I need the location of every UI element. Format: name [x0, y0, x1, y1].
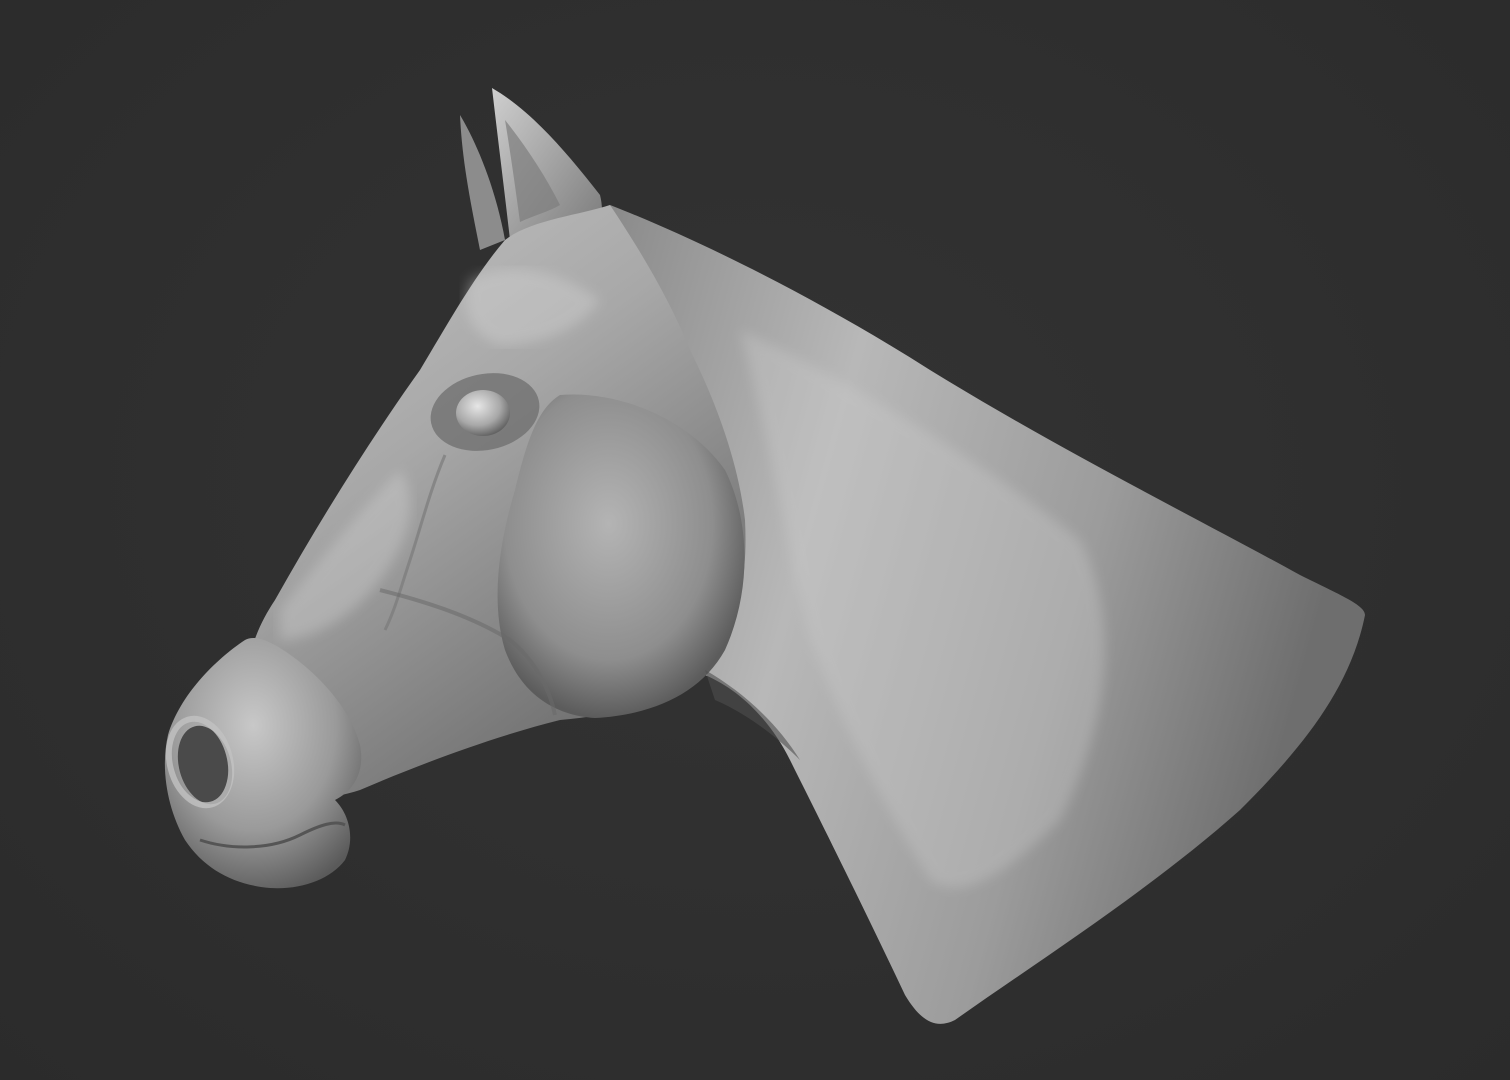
horse-head-sculpt: [164, 88, 1365, 1024]
eye: [456, 390, 510, 436]
viewport-canvas[interactable]: [0, 0, 1510, 1080]
